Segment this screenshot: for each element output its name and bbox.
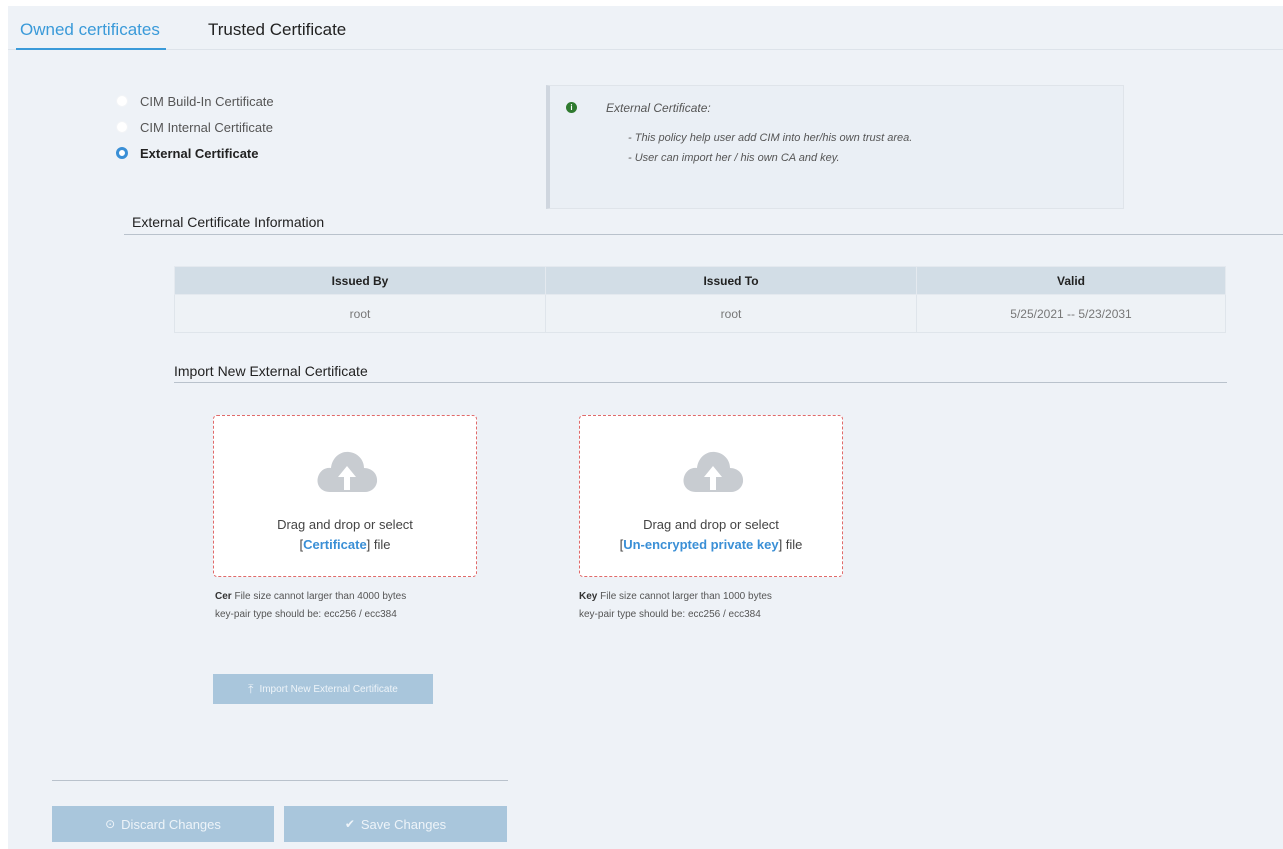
certificate-info-table: Issued By Issued To Valid root root 5/25… [174, 266, 1226, 333]
hint-text: File size cannot larger than 1000 bytes [597, 591, 772, 602]
hint-bold-label: Key [579, 591, 598, 602]
radio-button-icon[interactable] [116, 95, 128, 107]
column-header-issued-to: Issued To [545, 266, 917, 295]
certificate-hint: Cer File size cannot larger than 4000 by… [215, 588, 406, 624]
footer-divider [52, 780, 508, 781]
column-header-valid: Valid [916, 266, 1226, 295]
radio-external[interactable]: External Certificate [116, 140, 274, 166]
radio-label: External Certificate [140, 145, 259, 161]
upload-icon: ⤒ [248, 681, 254, 696]
cloud-upload-icon [683, 451, 744, 492]
column-header-issued-by: Issued By [174, 266, 546, 295]
button-label: Discard Changes [121, 816, 221, 832]
dropzone-instruction: Drag and drop or select [643, 517, 779, 532]
certificate-dropzone[interactable]: Drag and drop or select [Certificate] fi… [213, 415, 477, 577]
radio-label: CIM Build-In Certificate [140, 93, 274, 109]
private-key-hint: Key File size cannot larger than 1000 by… [579, 588, 772, 624]
radio-label: CIM Internal Certificate [140, 119, 273, 135]
certificate-settings-page: Owned certificates Trusted Certificate C… [8, 6, 1283, 849]
dropzone-instruction: Drag and drop or select [277, 517, 413, 532]
discard-changes-button[interactable]: ⊙ Discard Changes [52, 806, 274, 842]
section-divider [174, 382, 1227, 383]
tab-owned-certificates[interactable]: Owned certificates [16, 20, 166, 50]
import-section-title: Import New External Certificate [174, 363, 368, 379]
info-icon: i [566, 102, 577, 113]
info-title: External Certificate: [606, 101, 711, 115]
cell-issued-to: root [545, 294, 917, 333]
section-divider [124, 234, 1283, 235]
certificate-type-radio-group: CIM Build-In Certificate CIM Internal Ce… [116, 88, 274, 166]
external-info-title: External Certificate Information [132, 214, 325, 230]
radio-cim-build-in[interactable]: CIM Build-In Certificate [116, 88, 274, 114]
discard-circle-icon: ⊙ [105, 817, 116, 831]
info-line: - This policy help user add CIM into her… [628, 132, 913, 144]
tab-trusted-certificate[interactable]: Trusted Certificate [208, 20, 346, 40]
check-circle-icon: ✔ [344, 817, 355, 831]
info-panel: i External Certificate: - This policy he… [546, 85, 1124, 209]
tab-bar: Owned certificates Trusted Certificate [8, 6, 1283, 50]
file-suffix: ] file [366, 537, 391, 552]
hint-text: key-pair type should be: ecc256 / ecc384 [579, 609, 761, 620]
select-certificate-link[interactable]: Certificate [303, 537, 367, 552]
import-external-certificate-button[interactable]: ⤒ Import New External Certificate [213, 674, 433, 704]
hint-text: key-pair type should be: ecc256 / ecc384 [215, 609, 397, 620]
save-changes-button[interactable]: ✔ Save Changes [284, 806, 507, 842]
private-key-dropzone[interactable]: Drag and drop or select [Un-encrypted pr… [579, 415, 843, 577]
hint-text: File size cannot larger than 4000 bytes [231, 591, 407, 602]
button-label: Save Changes [360, 816, 447, 832]
hint-bold-label: Cer [215, 591, 232, 602]
radio-button-icon[interactable] [116, 121, 128, 133]
cell-valid: 5/25/2021 -- 5/23/2031 [916, 294, 1226, 333]
radio-button-checked-icon[interactable] [116, 147, 128, 159]
select-private-key-link[interactable]: Un-encrypted private key [623, 537, 778, 552]
info-line: - User can import her / his own CA and k… [628, 152, 840, 164]
dropzone-file-type: [Un-encrypted private key] file [580, 535, 842, 555]
radio-cim-internal[interactable]: CIM Internal Certificate [116, 114, 274, 140]
button-label: Import New External Certificate [259, 683, 398, 695]
table-row: root root 5/25/2021 -- 5/23/2031 [174, 294, 1226, 333]
cell-issued-by: root [174, 294, 546, 333]
dropzone-file-type: [Certificate] file [214, 535, 476, 555]
file-suffix: ] file [778, 537, 803, 552]
cloud-upload-icon [317, 451, 378, 492]
table-header-row: Issued By Issued To Valid [174, 266, 1226, 295]
